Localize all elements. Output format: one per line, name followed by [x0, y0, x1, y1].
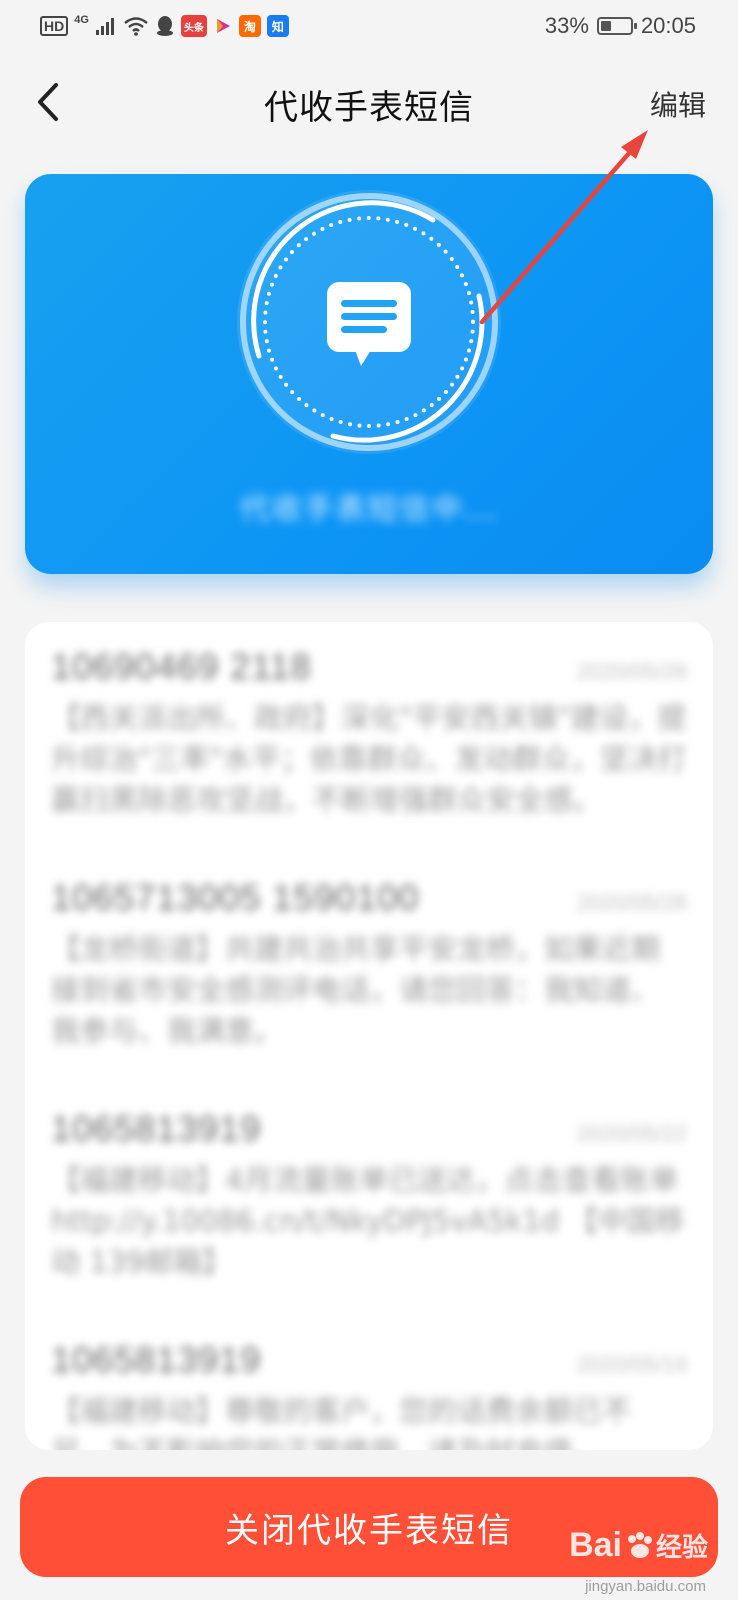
status-right: 33% 20:05 [545, 13, 696, 39]
toutiao-icon: 头条 [180, 15, 207, 37]
message-header: 10690469 2118 2020/05/28 [51, 646, 687, 688]
message-body: 【龙桥街道】共建共治共享平安龙桥，如果近期接到省市安全感测评电话，请您回答：我知… [51, 932, 661, 1048]
signal-icon [95, 18, 114, 35]
qq-icon [156, 16, 173, 36]
taobao-icon: 淘 [238, 15, 261, 37]
video-icon [216, 19, 230, 33]
zhihu-icon: 知 [266, 15, 289, 37]
message-sender: 10690469 2118 [51, 646, 312, 687]
message-date: 2020/05/28 [576, 890, 687, 915]
message-header: 1065813919 2020/05/19 [51, 1339, 687, 1381]
message-date: 2020/05/22 [576, 1121, 687, 1146]
message-ring-graphic [237, 190, 501, 454]
message-date: 2020/05/19 [576, 1352, 687, 1377]
status-bar: HD 4G 头条 淘 知 33% 20:05 [0, 0, 738, 52]
message-item[interactable]: 1065813919 2020/05/19 【福建移动】尊敬的客户，您的话费余额已不… [51, 1339, 687, 1450]
status-left: HD 4G 头条 淘 知 [40, 14, 289, 37]
hd-indicator: HD [40, 16, 69, 36]
message-header: 1065713005 1590100 2020/05/28 [51, 877, 687, 919]
message-body: 【福建移动】尊敬的客户，您的话费余额已不足，为不影响您的正常使用，请及时充值。 [51, 1394, 632, 1450]
page-title: 代收手表短信 [264, 88, 474, 128]
edit-button[interactable]: 编辑 [650, 84, 706, 124]
message-item[interactable]: 10690469 2118 2020/05/28 【西关派出所、政府】深化"平安西关… [51, 646, 687, 821]
message-header: 1065813919 2020/05/22 [51, 1108, 687, 1150]
hero-status-text: 代收手表短信中... [239, 492, 499, 527]
wifi-icon [124, 17, 148, 36]
message-body: 【西关派出所、政府】深化"平安西关镇"建设，提升综治"三率"水平；依靠群众、发动… [51, 701, 687, 817]
message-item[interactable]: 1065813919 2020/05/22 【福建移动】4月流量账单已送达，点击查看… [51, 1108, 687, 1283]
clock: 20:05 [640, 13, 696, 38]
nav-bar: 代收手表短信 编辑 [0, 60, 738, 144]
message-body: 【福建移动】4月流量账单已送达，点击查看账单 http://y.10086.cn… [51, 1163, 685, 1279]
battery-icon [596, 17, 637, 35]
message-sender: 1065713005 1590100 [51, 877, 420, 918]
close-sms-forwarding-button[interactable]: 关闭代收手表短信 [20, 1477, 718, 1577]
message-sender: 1065813919 [51, 1339, 262, 1380]
message-item[interactable]: 1065713005 1590100 2020/05/28 【龙桥街道】共建共治共享… [51, 877, 687, 1052]
battery-percent: 33% [544, 13, 589, 38]
message-list[interactable]: 10690469 2118 2020/05/28 【西关派出所、政府】深化"平安西关… [25, 622, 713, 1450]
watermark-url: jingyan.baidu.com [585, 1578, 706, 1595]
hero-card: 代收手表短信中... [25, 174, 713, 574]
network-type: 4G [74, 14, 89, 26]
message-sender: 1065813919 [51, 1108, 262, 1149]
message-list-content: 10690469 2118 2020/05/28 【西关派出所、政府】深化"平安西关… [51, 646, 687, 1450]
message-date: 2020/05/28 [576, 659, 687, 684]
